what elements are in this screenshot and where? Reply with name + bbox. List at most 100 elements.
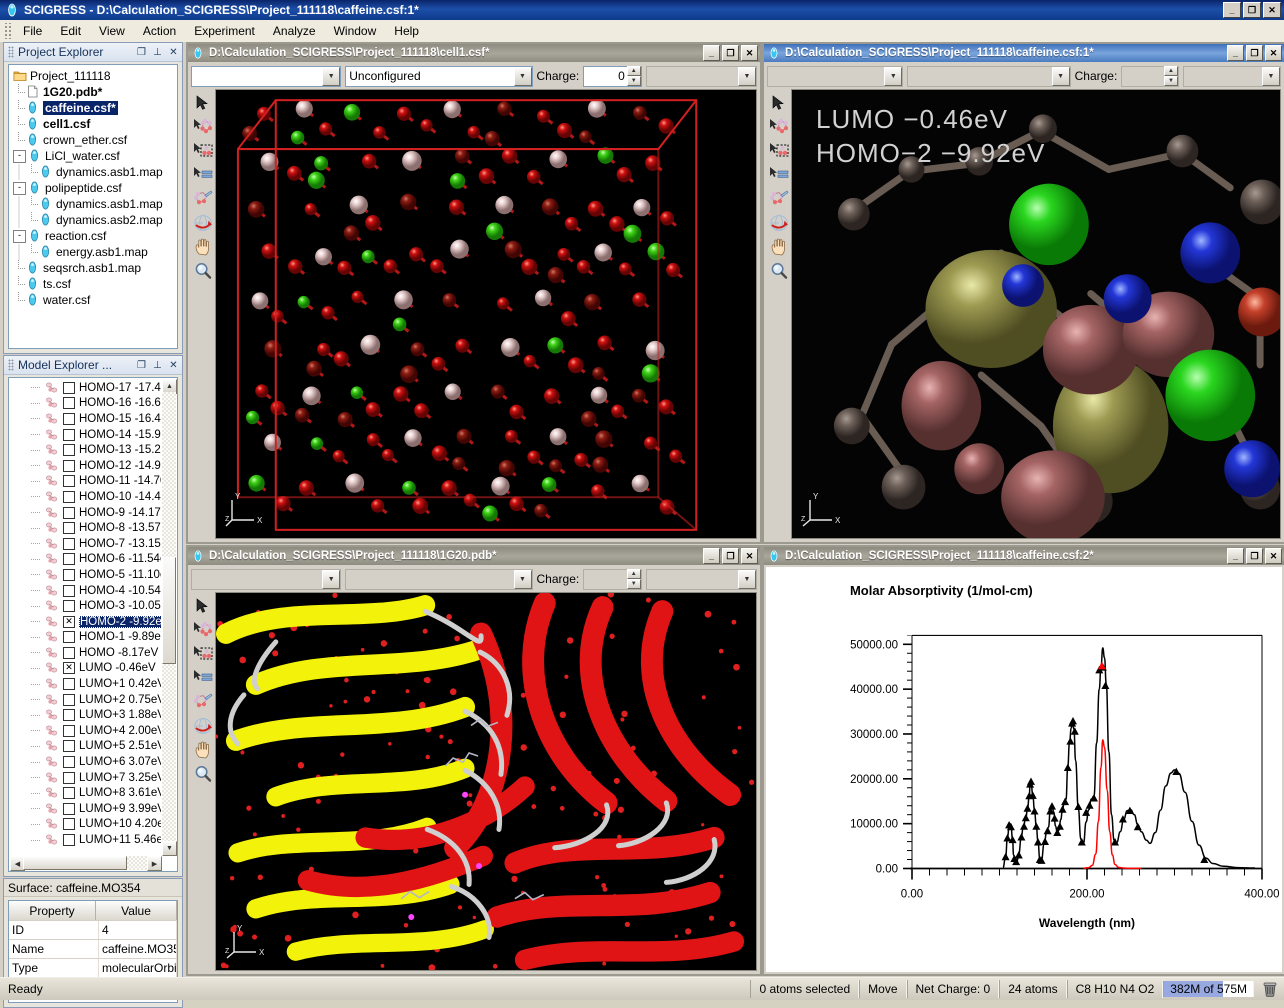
menu-file[interactable]: File: [14, 21, 51, 41]
project-tree-item[interactable]: ts.csf: [11, 276, 177, 292]
pan-hand-icon[interactable]: [192, 236, 214, 258]
tree-expander-icon[interactable]: -: [13, 229, 26, 243]
model-select-combo[interactable]: ▼: [767, 65, 904, 87]
rotate-icon[interactable]: [192, 715, 214, 737]
orbital-checkbox[interactable]: [63, 412, 75, 425]
project-tree-item[interactable]: caffeine.csf*: [11, 100, 177, 116]
configuration-combo[interactable]: ▼: [907, 65, 1071, 87]
window-cell1[interactable]: D:\Calculation_SCIGRESS\Project_111118\c…: [186, 42, 762, 544]
chevron-down-icon[interactable]: ▼: [322, 569, 341, 589]
table-row[interactable]: ID 4: [9, 921, 177, 940]
table-row[interactable]: Name caffeine.MO35: [9, 940, 177, 959]
orbital-checkbox[interactable]: ✕: [63, 615, 75, 628]
project-tree[interactable]: Project_111118 1G20.pdb* caffeine.csf* cell…: [8, 64, 178, 349]
select-layer-icon[interactable]: [192, 164, 214, 186]
orbital-list-item[interactable]: LUMO+2 0.75eV: [11, 692, 161, 708]
orbital-checkbox[interactable]: [63, 522, 75, 535]
menu-drag-gripper[interactable]: [3, 23, 11, 39]
orbital-list-item[interactable]: HOMO-15 -16.44: [11, 411, 161, 427]
build-draw-icon[interactable]: [768, 188, 790, 210]
orbital-list-item[interactable]: LUMO+10 4.20e: [11, 817, 161, 833]
window-1g20-pdb[interactable]: D:\Calculation_SCIGRESS\Project_111118\1…: [186, 545, 762, 976]
select-arrow-icon[interactable]: [768, 92, 790, 114]
extra-combo[interactable]: ▼: [1183, 65, 1281, 87]
scroll-down-button[interactable]: ▼: [162, 841, 177, 856]
orbital-list-item[interactable]: ✕ LUMO -0.46eV: [11, 661, 161, 677]
stepper-down-icon[interactable]: ▼: [1164, 76, 1178, 86]
panel-grip-icon[interactable]: [8, 359, 14, 371]
hscroll-thumb[interactable]: [23, 856, 127, 870]
orbital-checkbox[interactable]: [63, 428, 75, 441]
orbital-list-item[interactable]: LUMO+4 2.00eV: [11, 723, 161, 739]
stepper-buttons[interactable]: ▲ ▼: [1164, 66, 1178, 86]
protein-ribbon-viewport[interactable]: Y X Z: [215, 592, 757, 971]
stepper-buttons[interactable]: ▲ ▼: [626, 66, 641, 86]
orbital-list-item[interactable]: HOMO-6 -11.54e: [11, 552, 161, 568]
stepper-down-icon[interactable]: ▼: [626, 76, 641, 86]
orbital-list-item[interactable]: HOMO-5 -11.10e: [11, 567, 161, 583]
select-molecule-icon[interactable]: [768, 116, 790, 138]
menu-help[interactable]: Help: [385, 21, 428, 41]
trash-icon[interactable]: [1260, 980, 1280, 998]
orbital-checkbox[interactable]: [63, 724, 75, 737]
float-icon[interactable]: ❐: [134, 45, 149, 59]
minimize-button[interactable]: _: [1227, 45, 1244, 61]
orbital-list-item[interactable]: HOMO-1 -9.89eV: [11, 630, 161, 646]
tree-expander-icon[interactable]: -: [13, 149, 26, 163]
orbital-list-item[interactable]: HOMO-8 -13.57e: [11, 520, 161, 536]
orbital-list-item[interactable]: ✕ HOMO-2 -9.92eV: [11, 614, 161, 630]
orbital-checkbox[interactable]: ✕: [63, 662, 75, 675]
extra-combo[interactable]: ▼: [645, 65, 757, 87]
model-orbital-list[interactable]: HOMO-17 -17.43 HOMO-16 -16.69 HOMO-15 -16.…: [8, 377, 178, 872]
stepper-down-icon[interactable]: ▼: [626, 579, 641, 589]
project-tree-item[interactable]: crown_ether.csf: [11, 132, 177, 148]
orbital-checkbox[interactable]: [63, 756, 75, 769]
minimize-button[interactable]: _: [1227, 548, 1244, 564]
window-caffeine-1[interactable]: D:\Calculation_SCIGRESS\Project_111118\c…: [762, 42, 1284, 544]
chevron-down-icon[interactable]: ▼: [884, 66, 903, 86]
window-caffeine-1-titlebar[interactable]: D:\Calculation_SCIGRESS\Project_111118\c…: [764, 44, 1284, 62]
orbital-checkbox[interactable]: [63, 834, 75, 847]
menu-analyze[interactable]: Analyze: [264, 21, 325, 41]
select-region-icon[interactable]: [192, 140, 214, 162]
project-tree-item[interactable]: seqsrch.asb1.map: [11, 260, 177, 276]
maximize-button[interactable]: ❐: [1246, 548, 1263, 564]
window-1g20-titlebar[interactable]: D:\Calculation_SCIGRESS\Project_111118\1…: [188, 547, 760, 565]
status-memory-gauge[interactable]: 382M of 575M: [1163, 981, 1254, 997]
chevron-down-icon[interactable]: ▼: [513, 569, 532, 589]
orbital-list-item[interactable]: LUMO+7 3.25eV: [11, 770, 161, 786]
orbital-list-item[interactable]: HOMO-14 -15.91: [11, 427, 161, 443]
orbital-checkbox[interactable]: [63, 459, 75, 472]
chevron-down-icon[interactable]: ▼: [738, 569, 756, 589]
select-molecule-icon[interactable]: [192, 116, 214, 138]
menu-window[interactable]: Window: [325, 21, 386, 41]
orbital-list-item[interactable]: LUMO+1 0.42eV: [11, 676, 161, 692]
model-select-combo[interactable]: ▼: [191, 568, 342, 590]
menu-action[interactable]: Action: [134, 21, 185, 41]
configuration-combo[interactable]: Unconfigured ▼: [345, 65, 533, 87]
chevron-down-icon[interactable]: ▼: [322, 66, 341, 86]
project-tree-item[interactable]: dynamics.asb1.map: [11, 164, 177, 180]
stepper-up-icon[interactable]: ▲: [1164, 66, 1178, 76]
select-region-icon[interactable]: [768, 140, 790, 162]
charge-stepper[interactable]: 0 ▲ ▼: [583, 65, 642, 87]
orbital-checkbox[interactable]: [63, 444, 75, 457]
stepper-up-icon[interactable]: ▲: [626, 66, 641, 76]
maximize-button[interactable]: ❐: [722, 548, 739, 564]
orbital-checkbox[interactable]: [63, 584, 75, 597]
orbital-checkbox[interactable]: [63, 600, 75, 613]
project-tree-item[interactable]: Project_111118: [11, 68, 177, 84]
project-tree-item[interactable]: - reaction.csf: [11, 228, 177, 244]
project-tree-item[interactable]: - LiCl_water.csf: [11, 148, 177, 164]
caffeine-orbital-viewport[interactable]: LUMO −0.46eV HOMO−2 −9.92eV Y X Z: [791, 89, 1281, 539]
chevron-down-icon[interactable]: ▼: [738, 66, 756, 86]
close-icon[interactable]: ✕: [166, 45, 181, 59]
project-tree-item[interactable]: dynamics.asb1.map: [11, 196, 177, 212]
orbital-checkbox[interactable]: [63, 537, 75, 550]
stepper-buttons[interactable]: ▲ ▼: [626, 569, 641, 589]
project-tree-item[interactable]: energy.asb1.map: [11, 244, 177, 260]
orbital-list-item[interactable]: HOMO-10 -14.49: [11, 489, 161, 505]
orbital-list-item[interactable]: HOMO-12 -14.94: [11, 458, 161, 474]
project-tree-item[interactable]: dynamics.asb2.map: [11, 212, 177, 228]
chevron-down-icon[interactable]: ▼: [513, 66, 532, 86]
